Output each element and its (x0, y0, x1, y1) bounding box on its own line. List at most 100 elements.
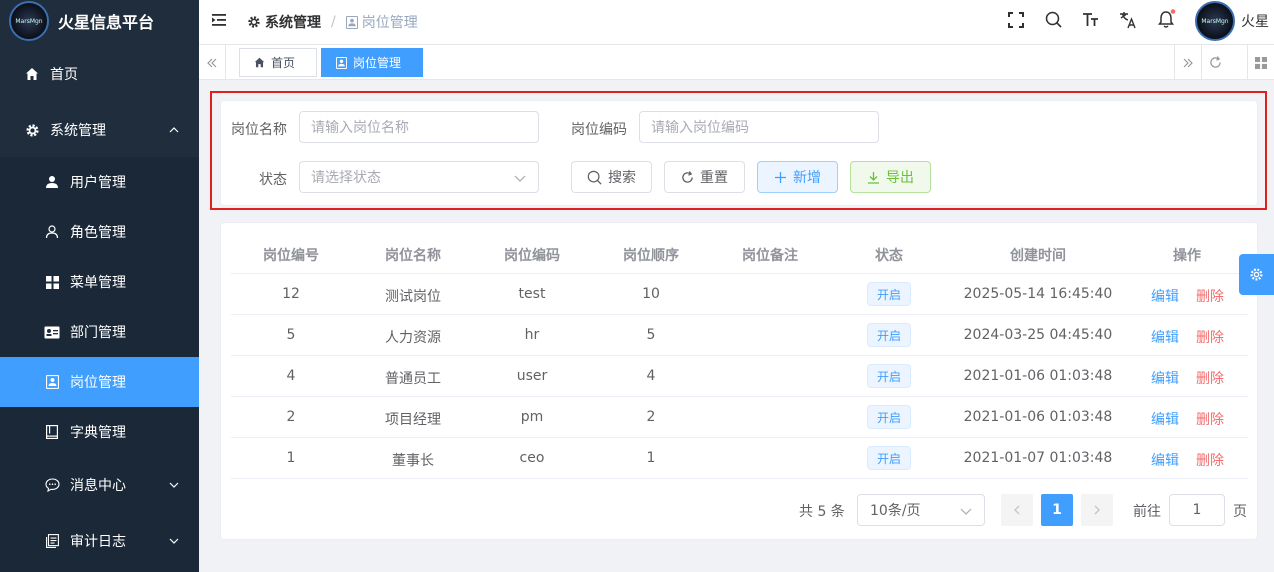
delete-link[interactable]: 删除 (1196, 450, 1224, 470)
chevron-left-icon (1014, 505, 1020, 515)
breadcrumb-separator: / (331, 14, 336, 30)
post-icon (336, 56, 347, 69)
chevron-up-icon (169, 127, 179, 133)
sidebar-item-label: 角色管理 (70, 225, 126, 241)
person-outline-icon (44, 224, 60, 240)
page-number-current[interactable]: 1 (1041, 494, 1073, 526)
scroll-left-icon[interactable] (199, 45, 226, 80)
cell-name: 项目经理 (385, 412, 441, 428)
edit-link[interactable]: 编辑 (1151, 409, 1179, 429)
chevron-right-icon (1094, 505, 1100, 515)
chevron-down-icon (169, 538, 179, 544)
edit-link[interactable]: 编辑 (1151, 368, 1179, 388)
cell-name: 普通员工 (385, 371, 441, 387)
fullscreen-icon[interactable] (1008, 12, 1024, 28)
edit-link[interactable]: 编辑 (1151, 327, 1179, 347)
sidebar-item-system[interactable]: 系统管理 (0, 103, 199, 157)
gear-icon (24, 122, 40, 138)
user-menu[interactable]: MarsMgn 火星 (1195, 1, 1269, 41)
sidebar-toggle-icon[interactable] (211, 12, 227, 28)
delete-link[interactable]: 删除 (1196, 368, 1224, 388)
sidebar-item-dictionary[interactable]: 字典管理 (0, 407, 199, 457)
sidebar-item-label: 消息中心 (70, 478, 126, 494)
cell-order: 4 (646, 368, 656, 384)
col-header-created: 创建时间 (1010, 248, 1066, 264)
font-size-icon[interactable] (1082, 12, 1099, 28)
cell-name: 董事长 (392, 453, 434, 469)
cell-created: 2021-01-06 01:03:48 (963, 368, 1113, 384)
gear-icon (248, 16, 260, 28)
sidebar-item-users[interactable]: 用户管理 (0, 157, 199, 207)
pagination-total: 共 5 条 (799, 504, 845, 520)
cell-id: 4 (286, 368, 296, 384)
edit-link[interactable]: 编辑 (1151, 450, 1179, 470)
tag-home[interactable]: 首页 (239, 48, 317, 77)
tag-posts[interactable]: 岗位管理 (321, 48, 423, 77)
sidebar-item-label: 首页 (50, 67, 78, 83)
settings-button[interactable] (1239, 254, 1274, 295)
cell-code: hr (524, 327, 540, 343)
refresh-icon[interactable] (1201, 45, 1228, 80)
home-icon (254, 57, 265, 68)
sidebar-item-messages[interactable]: 消息中心 (0, 460, 199, 510)
col-header-remark: 岗位备注 (742, 248, 798, 264)
delete-link[interactable]: 删除 (1196, 286, 1224, 306)
breadcrumb-item-posts: 岗位管理 (361, 15, 418, 31)
cell-code: user (516, 368, 548, 384)
prev-page-button[interactable] (1001, 494, 1033, 526)
row-divider (231, 437, 1248, 438)
sidebar-item-audit-log[interactable]: 审计日志 (0, 516, 199, 566)
cell-created: 2024-03-25 04:45:40 (963, 327, 1113, 343)
row-divider (231, 355, 1248, 356)
cell-order: 2 (646, 409, 656, 425)
cell-id: 1 (286, 450, 296, 466)
edit-link[interactable]: 编辑 (1151, 286, 1179, 306)
page-size-value: 10条/页 (870, 503, 921, 519)
post-icon (345, 15, 358, 29)
search-icon[interactable] (1045, 11, 1062, 28)
sidebar-item-label: 岗位管理 (70, 375, 126, 391)
top-navbar: 系统管理 / 岗位管理 MarsMgn 火星 (199, 0, 1274, 45)
cell-code: ceo (519, 450, 545, 466)
breadcrumb-item-system[interactable]: 系统管理 (265, 12, 321, 32)
row-divider (231, 314, 1248, 315)
scroll-right-icon[interactable] (1174, 45, 1201, 80)
sidebar-item-departments[interactable]: 部门管理 (0, 307, 199, 357)
row-divider (231, 478, 1248, 479)
next-page-button[interactable] (1081, 494, 1113, 526)
status-badge: 开启 (867, 364, 911, 388)
delete-link[interactable]: 删除 (1196, 409, 1224, 429)
grid-menu-icon[interactable] (1247, 45, 1274, 80)
bell-icon[interactable] (1157, 9, 1177, 29)
col-header-status: 状态 (875, 248, 903, 264)
page-size-select[interactable]: 10条/页 (857, 494, 985, 526)
delete-link[interactable]: 删除 (1196, 327, 1224, 347)
chevron-down-icon (169, 482, 179, 488)
log-icon (44, 533, 60, 549)
tag-label: 首页 (271, 56, 296, 70)
sidebar-item-home[interactable]: 首页 (0, 52, 199, 96)
logo-text: MarsMgn (15, 17, 43, 25)
sidebar-item-roles[interactable]: 角色管理 (0, 207, 199, 257)
tag-label: 岗位管理 (353, 56, 402, 70)
cell-code: test (518, 286, 546, 302)
home-icon (24, 66, 40, 82)
col-header-id: 岗位编号 (263, 248, 319, 264)
page-suffix: 页 (1233, 504, 1247, 520)
status-badge: 开启 (867, 446, 911, 470)
gear-icon (1250, 268, 1263, 281)
goto-page-input[interactable]: 1 (1169, 494, 1225, 526)
row-divider (231, 273, 1248, 274)
logo-row: MarsMgn 火星信息平台 (0, 0, 199, 42)
breadcrumb: 系统管理 / 岗位管理 (247, 12, 418, 32)
cell-id: 2 (286, 409, 296, 425)
cell-code: pm (520, 409, 544, 425)
app-title: 火星信息平台 (58, 13, 155, 32)
sidebar: MarsMgn 火星信息平台 首页 系统管理 用户管理 角色管理 菜单管理 部门… (0, 0, 199, 572)
sidebar-item-label: 系统管理 (50, 123, 106, 139)
cell-created: 2021-01-07 01:03:48 (963, 450, 1113, 466)
col-header-order: 岗位顺序 (623, 248, 679, 264)
translate-icon[interactable] (1119, 11, 1137, 29)
sidebar-item-posts[interactable]: 岗位管理 (0, 357, 199, 407)
sidebar-item-menus[interactable]: 菜单管理 (0, 257, 199, 307)
